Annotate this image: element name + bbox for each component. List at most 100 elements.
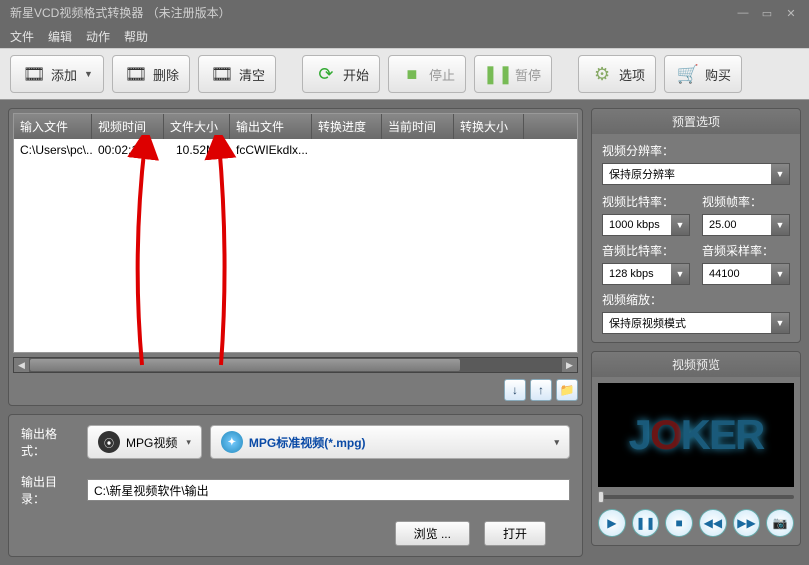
format-category-text: MPG视频 bbox=[126, 434, 177, 451]
browse-button[interactable]: 浏览 ... bbox=[395, 521, 470, 546]
move-up-button[interactable]: ↑ bbox=[530, 379, 552, 401]
seek-slider[interactable] bbox=[598, 495, 794, 499]
dir-label: 输出目录： bbox=[21, 473, 77, 507]
preview-title: 视频预览 bbox=[592, 352, 800, 377]
add-button[interactable]: 🎞 添加 ▼ bbox=[10, 55, 104, 93]
play-button[interactable]: ▶ bbox=[598, 509, 626, 537]
options-button[interactable]: ⚙ 选项 bbox=[578, 55, 656, 93]
file-list-panel: 输入文件 视频时间 文件大小 输出文件 转换进度 当前时间 转换大小 C:\Us… bbox=[8, 108, 583, 406]
vbitrate-select[interactable]: 1000 kbps ▼ bbox=[602, 214, 690, 236]
vfps-label: 视频帧率： bbox=[702, 193, 790, 210]
disc-icon: ⦿ bbox=[98, 431, 120, 453]
delete-button[interactable]: 🎞 删除 bbox=[112, 55, 190, 93]
prev-frame-button[interactable]: ◀◀ bbox=[699, 509, 727, 537]
start-label: 开始 bbox=[343, 65, 369, 84]
options-label: 选项 bbox=[619, 65, 645, 84]
clear-label: 清空 bbox=[239, 65, 265, 84]
pause-preview-button[interactable]: ❚❚ bbox=[632, 509, 660, 537]
vbitrate-label: 视频比特率： bbox=[602, 193, 690, 210]
asample-label: 音频采样率： bbox=[702, 242, 790, 259]
chevron-down-icon[interactable]: ▼ bbox=[771, 264, 789, 284]
chevron-down-icon[interactable]: ▼ bbox=[671, 215, 689, 235]
menu-action[interactable]: 动作 bbox=[86, 28, 110, 45]
pause-button[interactable]: ❚❚ 暂停 bbox=[474, 55, 552, 93]
clear-button[interactable]: 🎞 清空 bbox=[198, 55, 276, 93]
toolbar: 🎞 添加 ▼ 🎞 删除 🎞 清空 ⟳ 开始 ■ 停止 ❚❚ 暂停 ⚙ 选项 bbox=[0, 48, 809, 100]
chevron-down-icon[interactable]: ▼ bbox=[771, 215, 789, 235]
chevron-down-icon: ▼ bbox=[84, 69, 93, 79]
film-minus-icon: 🎞 bbox=[123, 61, 149, 87]
vzoom-label: 视频缩放： bbox=[602, 291, 790, 308]
th-size[interactable]: 文件大小 bbox=[164, 114, 230, 139]
stop-label: 停止 bbox=[429, 65, 455, 84]
abitrate-select[interactable]: 128 kbps ▼ bbox=[602, 263, 690, 285]
start-button[interactable]: ⟳ 开始 bbox=[302, 55, 380, 93]
open-button[interactable]: 打开 bbox=[484, 521, 546, 546]
menu-help[interactable]: 帮助 bbox=[124, 28, 148, 45]
stop-icon: ■ bbox=[399, 61, 425, 87]
stop-button[interactable]: ■ 停止 bbox=[388, 55, 466, 93]
preset-title: 预置选项 bbox=[592, 109, 800, 134]
output-panel: 输出格式： ⦿ MPG视频 ▾ ✦ MPG标准视频(*.mpg) ▾ bbox=[8, 414, 583, 557]
th-cursize[interactable]: 转换大小 bbox=[454, 114, 524, 139]
delete-label: 删除 bbox=[153, 65, 179, 84]
titlebar: 新星VCD视频格式转换器 （未注册版本） — ▭ ✕ bbox=[0, 0, 809, 25]
output-dir-input[interactable] bbox=[87, 479, 570, 501]
resolution-label: 视频分辨率： bbox=[602, 142, 790, 159]
cart-icon: 🛒 bbox=[675, 61, 701, 87]
preview-panel: 视频预览 JOKER ▶ ❚❚ ■ ◀◀ ▶▶ 📷 bbox=[591, 351, 801, 546]
seek-thumb[interactable] bbox=[598, 491, 604, 503]
th-progress[interactable]: 转换进度 bbox=[312, 114, 382, 139]
table-row[interactable]: C:\Users\pc\... 00:02:19 10.52MB fcCWIEk… bbox=[14, 139, 577, 161]
th-output[interactable]: 输出文件 bbox=[230, 114, 312, 139]
folder-button[interactable]: 📁 bbox=[556, 379, 578, 401]
vzoom-select[interactable]: 保持原视频模式 ▼ bbox=[602, 312, 790, 334]
format-label: 输出格式： bbox=[21, 425, 77, 459]
scroll-left-arrow[interactable]: ◀ bbox=[14, 358, 29, 372]
resolution-select[interactable]: 保持原分辨率 ▼ bbox=[602, 163, 790, 185]
cell-time: 00:02:19 bbox=[92, 141, 164, 159]
th-curtime[interactable]: 当前时间 bbox=[382, 114, 454, 139]
asample-select[interactable]: 44100 ▼ bbox=[702, 263, 790, 285]
sparkle-icon: ✦ bbox=[221, 431, 243, 453]
menubar: 文件 编辑 动作 帮助 bbox=[0, 25, 809, 48]
scroll-right-arrow[interactable]: ▶ bbox=[562, 358, 577, 372]
next-frame-button[interactable]: ▶▶ bbox=[733, 509, 761, 537]
format-preset-button[interactable]: ✦ MPG标准视频(*.mpg) ▾ bbox=[210, 425, 570, 459]
snapshot-button[interactable]: 📷 bbox=[766, 509, 794, 537]
format-preset-text: MPG标准视频(*.mpg) bbox=[249, 434, 366, 451]
file-table[interactable]: 输入文件 视频时间 文件大小 输出文件 转换进度 当前时间 转换大小 C:\Us… bbox=[13, 113, 578, 353]
scroll-thumb[interactable] bbox=[30, 359, 460, 371]
gear-icon: ⚙ bbox=[589, 61, 615, 87]
th-time[interactable]: 视频时间 bbox=[92, 114, 164, 139]
cell-input: C:\Users\pc\... bbox=[14, 141, 92, 159]
buy-button[interactable]: 🛒 购买 bbox=[664, 55, 742, 93]
chevron-down-icon[interactable]: ▼ bbox=[771, 164, 789, 184]
abitrate-label: 音频比特率： bbox=[602, 242, 690, 259]
add-label: 添加 bbox=[51, 65, 77, 84]
chevron-down-icon: ▾ bbox=[554, 437, 559, 448]
chevron-down-icon: ▾ bbox=[186, 437, 191, 448]
minimize-button[interactable]: — bbox=[735, 7, 751, 19]
pause-icon: ❚❚ bbox=[485, 61, 511, 87]
chevron-down-icon[interactable]: ▼ bbox=[671, 264, 689, 284]
pause-label: 暂停 bbox=[515, 65, 541, 84]
preset-panel: 预置选项 视频分辨率： 保持原分辨率 ▼ 视频比特率： 1000 kbps ▼ bbox=[591, 108, 801, 343]
film-plus-icon: 🎞 bbox=[21, 61, 47, 87]
chevron-down-icon[interactable]: ▼ bbox=[771, 313, 789, 333]
close-button[interactable]: ✕ bbox=[783, 7, 799, 19]
stop-preview-button[interactable]: ■ bbox=[665, 509, 693, 537]
format-category-button[interactable]: ⦿ MPG视频 ▾ bbox=[87, 425, 202, 459]
buy-label: 购买 bbox=[705, 65, 731, 84]
window-title: 新星VCD视频格式转换器 （未注册版本） bbox=[10, 4, 231, 21]
vfps-select[interactable]: 25.00 ▼ bbox=[702, 214, 790, 236]
th-input[interactable]: 输入文件 bbox=[14, 114, 92, 139]
move-down-button[interactable]: ↓ bbox=[504, 379, 526, 401]
menu-edit[interactable]: 编辑 bbox=[48, 28, 72, 45]
maximize-button[interactable]: ▭ bbox=[759, 7, 775, 19]
refresh-icon: ⟳ bbox=[313, 61, 339, 87]
menu-file[interactable]: 文件 bbox=[10, 28, 34, 45]
cell-output: fcCWIEkdlx... bbox=[230, 141, 312, 159]
horizontal-scrollbar[interactable]: ◀ ▶ bbox=[13, 357, 578, 373]
preview-frame-text: JOKER bbox=[629, 411, 764, 459]
